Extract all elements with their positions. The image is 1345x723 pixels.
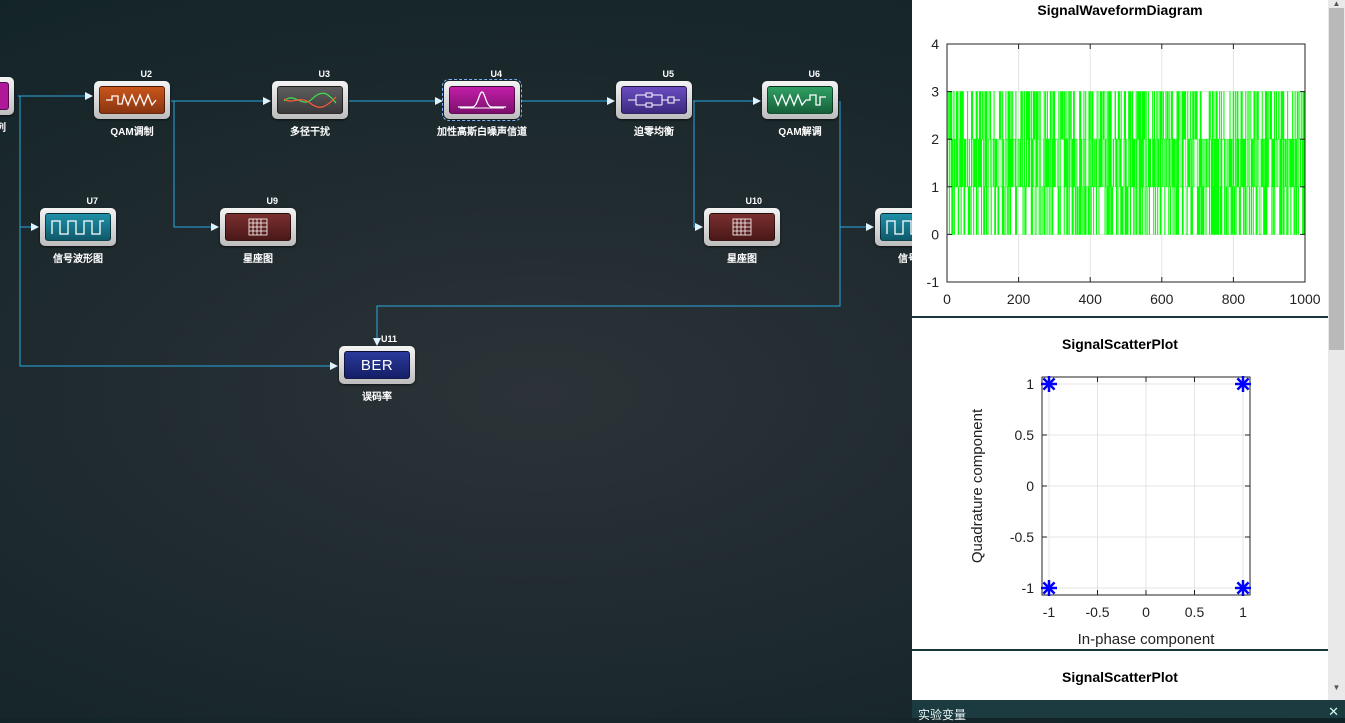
block-id: U11 [380,334,397,344]
y-tick-label: 1 [1026,376,1034,392]
x-tick-label: 1 [1239,604,1247,620]
x-tick-label: 0 [943,291,951,307]
y-tick-label: -1 [927,274,940,290]
block-id: U10 [745,196,762,206]
scatter-plot-card-2: SignalScatterPlot [912,651,1328,700]
bottom-bar-title: 实验变量 [918,708,967,722]
block-id: U2 [140,69,152,79]
y-tick-label: -1 [1022,580,1035,596]
multipath-icon [277,86,343,114]
panel-scrollbar[interactable]: ▲ ▼ [1328,0,1345,700]
gaussian-icon [449,86,515,114]
y-axis-label: Quadrature component [969,408,986,563]
block-label: 信号波形图 [53,254,103,265]
block-source-partial[interactable]: 序列 [0,77,14,134]
scatter-plot-card: SignalScatterPlot -1 -0.5 0 0.5 1 -1 -0.5 0 0.5 1… [912,318,1328,649]
block-label: QAM调制 [110,127,154,138]
waveform-chart: 0 200 400 600 800 1000-101234 [927,36,1321,307]
experiment-variables-bar: 实验变量 ✕ [912,700,1345,722]
grid-icon [225,213,291,241]
square-wave-icon [45,213,111,241]
scroll-down-icon[interactable]: ▼ [1328,684,1345,692]
block-waveform-partial[interactable]: 信号波 [875,208,912,265]
y-tick-label: 0 [1026,478,1034,494]
block-label: 信号波 [898,254,912,265]
scatter-chart: -1 -0.5 0 0.5 1 -1 -0.5 0 0.5 1 In-phase component… [969,376,1251,648]
qam-mod-icon [99,86,165,114]
x-axis-label: In-phase component [1078,631,1216,648]
scroll-up-icon[interactable]: ▲ [1328,0,1345,8]
block-label: 加性高斯白噪声信道 [437,127,527,138]
block-id: U3 [318,69,330,79]
x-tick-label: 1000 [1289,291,1320,307]
block-label: 星座图 [727,254,757,265]
ber-screen: BER [344,351,410,379]
x-tick-label: 800 [1222,291,1246,307]
grid-icon [709,213,775,241]
results-panel[interactable]: SignalWaveformDiagram 0 200 400 600 800 1000-… [912,0,1328,700]
scatter-point [1235,376,1251,392]
block-u10-constellation[interactable]: U10 星座图 [704,196,780,265]
block-u2-qam-modulation[interactable]: U2 QAM调制 [94,69,170,138]
qam-demod-icon [767,86,833,114]
y-tick-label: 1 [931,179,939,195]
plot-title: SignalScatterPlot [1062,669,1178,685]
block-u7-waveform-display[interactable]: U7 信号波形图 [40,196,116,265]
y-tick-label: -0.5 [1010,529,1034,545]
circuit-icon [621,86,687,114]
block-label: QAM解调 [778,127,822,138]
x-tick-label: 600 [1150,291,1174,307]
x-tick-label: 0.5 [1185,604,1205,620]
source-screen [0,82,9,110]
scroll-thumb[interactable] [1329,8,1344,350]
block-u9-constellation[interactable]: U9 星座图 [220,196,296,265]
x-tick-label: 400 [1079,291,1103,307]
x-tick-label: 200 [1007,291,1031,307]
block-u3-multipath[interactable]: U3 多径干扰 [272,69,348,138]
block-label: 迫零均衡 [634,127,674,138]
block-id: U4 [490,69,502,79]
scatter-point [1041,580,1057,596]
y-tick-label: 0.5 [1015,427,1035,443]
block-id: U7 [86,196,98,206]
y-tick-label: 2 [931,131,939,147]
block-id: U9 [266,196,278,206]
waveform-plot-card: SignalWaveformDiagram 0 200 400 600 800 1000-… [912,0,1328,316]
x-tick-label: -1 [1043,604,1056,620]
y-tick-label: 4 [931,36,939,52]
y-tick-label: 3 [931,84,939,100]
scatter-point [1235,580,1251,596]
block-label: 多径干扰 [290,127,330,138]
x-tick-label: -0.5 [1085,604,1109,620]
flow-canvas[interactable]: 序列 U2 QAM调制 U3 多径干扰 U4 加性高斯白噪声信道 U5 [0,0,912,718]
block-u4-awgn-channel[interactable]: U4 加性高斯白噪声信道 [437,69,527,138]
block-label: 误码率 [362,392,392,403]
x-tick-label: 0 [1142,604,1150,620]
block-u6-qam-demodulation[interactable]: U6 QAM解调 [762,69,838,138]
ber-text: BER [360,356,394,374]
block-u11-ber[interactable]: U11 BER 误码率 [339,334,415,403]
block-id: U5 [662,69,674,79]
y-tick-label: 0 [931,226,939,242]
block-id: U6 [808,69,820,79]
block-label: 星座图 [243,254,273,265]
block-u5-zf-equalizer[interactable]: U5 迫零均衡 [616,69,692,138]
scatter-point [1041,376,1057,392]
square-wave-icon [880,213,912,241]
